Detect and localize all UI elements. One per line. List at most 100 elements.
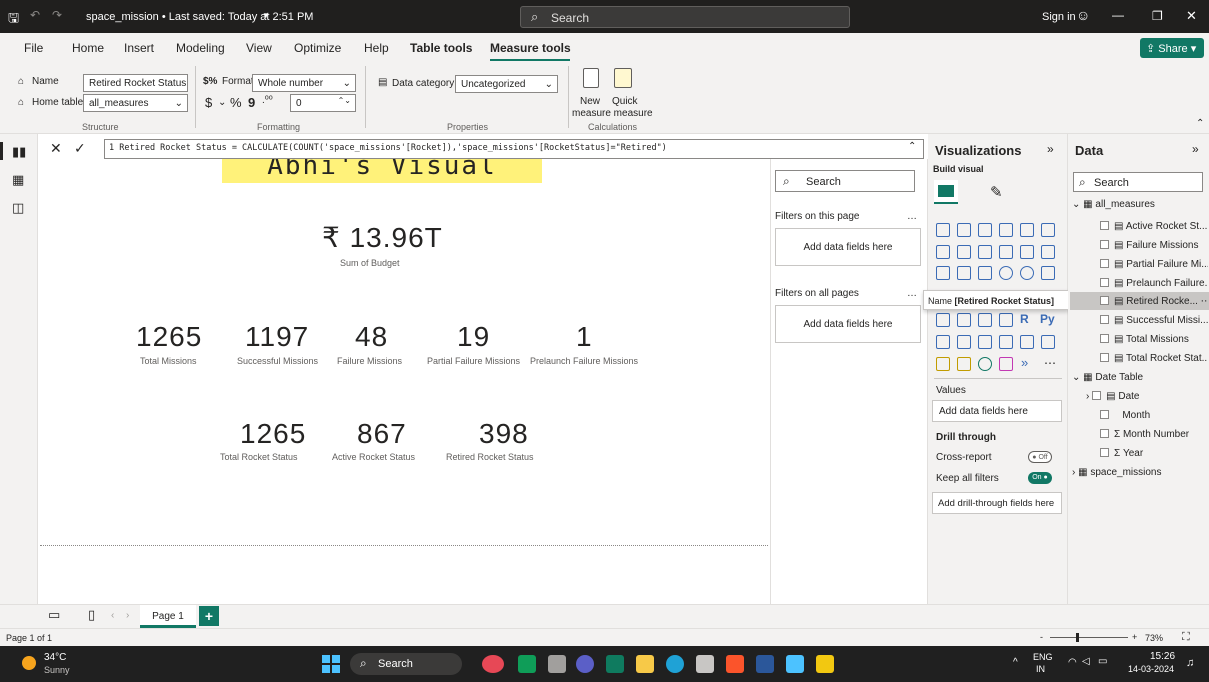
format-select[interactable]: Whole number ⌄ (252, 74, 356, 92)
field-active-rocket[interactable]: ▤ Active Rocket St... (1100, 221, 1208, 232)
table-icon[interactable] (978, 313, 992, 327)
volume-icon[interactable]: ◁ (1082, 656, 1090, 667)
next-page-icon[interactable]: › (126, 610, 129, 621)
quick-measure-button[interactable]: Quick (612, 96, 638, 107)
line-clustered-icon[interactable] (1020, 245, 1034, 259)
field-month[interactable]: Month (1100, 410, 1150, 421)
photos-icon[interactable] (786, 655, 804, 673)
zoom-slider-thumb[interactable] (1076, 633, 1079, 642)
brave-icon[interactable] (726, 655, 744, 673)
word-icon[interactable] (756, 655, 774, 673)
report-view-icon[interactable]: ▮▮ (12, 144, 26, 160)
checkbox[interactable] (1100, 448, 1109, 457)
checkbox[interactable] (1100, 429, 1109, 438)
build-visual-tab[interactable] (934, 180, 958, 204)
kpi-prelaunch-value[interactable]: 1 (576, 321, 593, 353)
kpi-successful-value[interactable]: 1197 (245, 321, 309, 353)
clustered-column-icon[interactable] (999, 223, 1013, 237)
table-date[interactable]: ⌄ ▦ Date Table (1072, 372, 1143, 383)
field-successful-missions[interactable]: ▤ Successful Missi... (1100, 315, 1208, 326)
kpi-total-missions-value[interactable]: 1265 (136, 321, 202, 353)
checkbox[interactable] (1100, 334, 1109, 343)
treemap-icon[interactable] (1041, 266, 1055, 280)
checkbox[interactable] (1100, 278, 1109, 287)
filter-search-input[interactable]: ⌕ Search (775, 170, 915, 192)
mobile-layout-icon[interactable]: ▯ (88, 607, 95, 623)
tray-expand-icon[interactable]: ^ (1013, 657, 1018, 668)
currency-button[interactable]: $ (205, 95, 212, 110)
title-visual[interactable]: Abhi's Visual (222, 157, 542, 183)
menu-modeling[interactable]: Modeling (176, 41, 225, 55)
file-title[interactable]: space_mission • Last saved: Today at 2:5… (86, 11, 313, 23)
chevron-down-icon[interactable]: ⌄ (218, 97, 226, 108)
more-icon[interactable]: … (907, 288, 917, 299)
new-measure-icon[interactable] (583, 68, 599, 88)
kpi-active-rocket-value[interactable]: 867 (357, 418, 407, 450)
drill-through-dropzone[interactable]: Add drill-through fields here (932, 492, 1062, 514)
100-column-icon[interactable] (1041, 223, 1055, 237)
decimals-input[interactable]: 0 ⌃⌄ (290, 94, 356, 112)
filled-map-icon[interactable] (957, 313, 971, 327)
table-space-missions[interactable]: › ▦ space_missions (1072, 467, 1162, 478)
kpi-partial-value[interactable]: 19 (457, 321, 490, 353)
cross-report-toggle[interactable]: ● Off (1028, 451, 1052, 463)
restore-icon[interactable]: ❐ (1152, 9, 1163, 23)
waterfall-icon[interactable] (936, 266, 950, 280)
notification-icon[interactable]: ♫ (1186, 657, 1194, 669)
kpi-retired-rocket-value[interactable]: 398 (479, 418, 529, 450)
task-view-icon[interactable] (548, 655, 566, 673)
weather-temp[interactable]: 34°C (44, 652, 66, 663)
matrix-icon[interactable] (999, 313, 1013, 327)
more-visuals-icon[interactable]: ⋯ (1044, 356, 1056, 370)
app-l-icon[interactable] (606, 655, 624, 673)
zoom-in-icon[interactable]: + (1132, 632, 1137, 642)
language[interactable]: ENG (1033, 652, 1053, 662)
table-all-measures[interactable]: ⌄ ▦ all_measures (1072, 199, 1155, 210)
goals-icon[interactable] (1020, 335, 1034, 349)
zoom-slider[interactable] (1050, 637, 1128, 638)
kpi-failure-value[interactable]: 48 (355, 321, 388, 353)
chevron-down-icon[interactable]: ▼ (262, 11, 270, 20)
menu-file[interactable]: File (24, 41, 43, 55)
store-icon[interactable] (696, 655, 714, 673)
field-total-rocket[interactable]: ▤ Total Rocket Stat... (1100, 353, 1208, 364)
clock-time[interactable]: 15:26 (1150, 651, 1175, 662)
field-year[interactable]: Σ Year (1100, 448, 1143, 459)
quick-measure-icon[interactable] (614, 68, 632, 88)
add-page-button[interactable]: + (199, 606, 219, 626)
clock-date[interactable]: 14-03-2024 (1128, 664, 1174, 674)
checkbox[interactable] (1100, 410, 1109, 419)
formula-input[interactable]: 1 Retired Rocket Status = CALCULATE(COUN… (104, 139, 924, 159)
ribbon-chart-icon[interactable] (1041, 245, 1055, 259)
menu-table-tools[interactable]: Table tools (410, 41, 472, 55)
checkbox[interactable] (1100, 240, 1109, 249)
model-view-icon[interactable]: ◫ (12, 200, 24, 216)
narrative-icon[interactable] (999, 335, 1013, 349)
account-icon[interactable]: ☺ (1076, 7, 1090, 23)
format-visual-icon[interactable]: ✎ (990, 183, 1003, 201)
power-bi-icon[interactable] (816, 655, 834, 673)
kpi-total-rocket-value[interactable]: 1265 (240, 418, 306, 450)
line-column-icon[interactable] (999, 245, 1013, 259)
menu-measure-tools[interactable]: Measure tools (490, 41, 571, 55)
checkbox[interactable] (1100, 315, 1109, 324)
area-chart-icon[interactable] (957, 245, 971, 259)
python-visual-icon[interactable]: Py (1040, 312, 1055, 326)
edge-icon[interactable] (666, 655, 684, 673)
zoom-out-icon[interactable]: - (1040, 632, 1043, 642)
menu-view[interactable]: View (246, 41, 272, 55)
clustered-bar-icon[interactable] (978, 223, 992, 237)
battery-icon[interactable]: ▭ (1098, 656, 1107, 667)
menu-optimize[interactable]: Optimize (294, 41, 341, 55)
stacked-column-icon[interactable] (957, 223, 971, 237)
redo-icon[interactable]: ↷ (52, 8, 62, 22)
data-search-input[interactable]: ⌕ Search (1073, 172, 1203, 192)
field-date[interactable]: › ▤ Date (1086, 391, 1139, 402)
name-input[interactable]: Retired Rocket Status (83, 74, 188, 92)
signin-link[interactable]: Sign in (1042, 11, 1076, 23)
power-apps-icon[interactable] (936, 357, 950, 371)
filters-all-dropzone[interactable]: Add data fields here (775, 305, 921, 343)
qa-icon[interactable] (978, 335, 992, 349)
wifi-icon[interactable]: ◠ (1068, 657, 1077, 668)
checkbox[interactable] (1100, 221, 1109, 230)
